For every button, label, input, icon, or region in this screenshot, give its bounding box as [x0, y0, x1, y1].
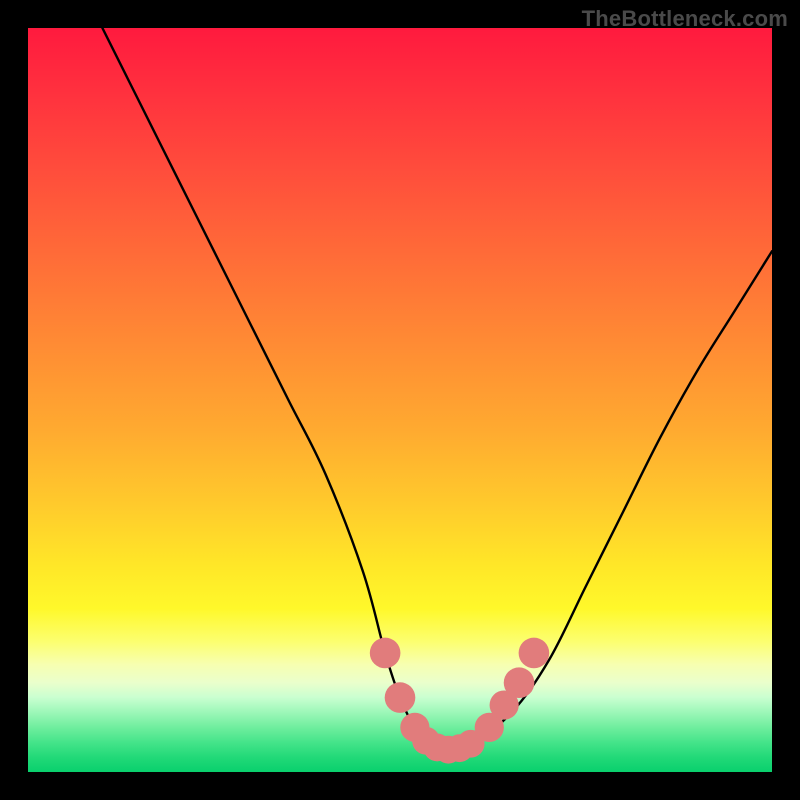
- bottleneck-curve-path: [102, 28, 772, 751]
- chart-frame: TheBottleneck.com: [0, 0, 800, 800]
- right-top-marker: [519, 638, 550, 669]
- plot-area: [28, 28, 772, 772]
- left-mid-marker: [385, 682, 416, 713]
- right-upper-marker: [504, 667, 535, 698]
- left-upper-marker: [370, 638, 401, 669]
- curve-group: [102, 28, 772, 751]
- watermark-text: TheBottleneck.com: [582, 6, 788, 32]
- chart-svg: [28, 28, 772, 772]
